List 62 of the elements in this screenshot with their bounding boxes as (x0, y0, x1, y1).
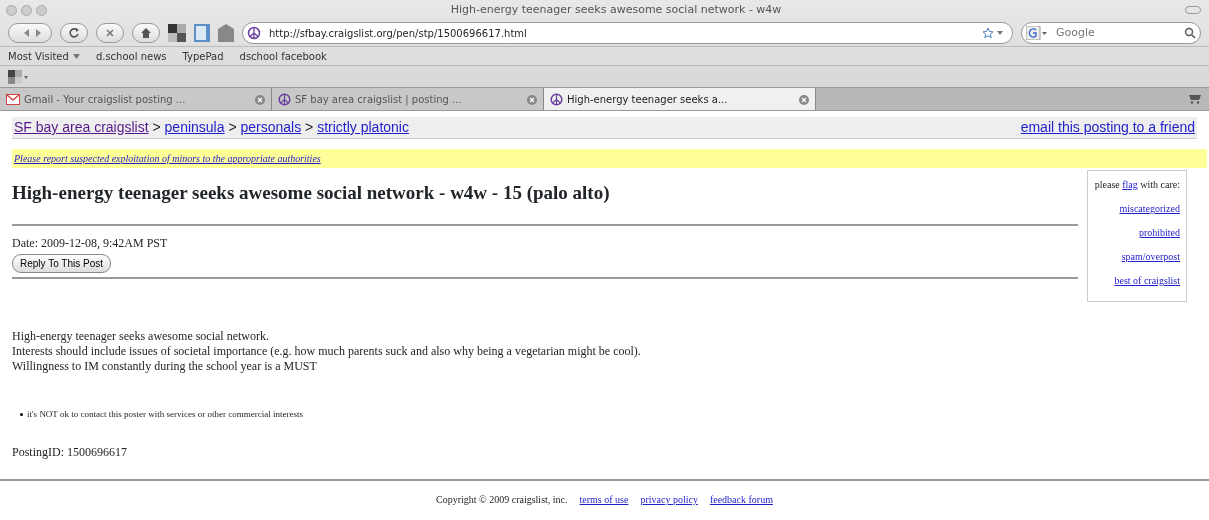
body-text: Willingness to IM constantly during the school year is a MUST (12, 358, 318, 374)
flag-option-link[interactable]: prohibited (1138, 227, 1180, 238)
posting-title: High-energy teenager seeks awesome social network - w4w - 15 (palo alto) (12, 182, 610, 205)
footer-link[interactable]: terms of use (579, 494, 629, 506)
notice-text: it's NOT ok to contact this poster with services or other commercial interests (27, 407, 303, 421)
breadcrumb-separator: > (227, 119, 238, 135)
grid-icon[interactable] (168, 24, 186, 42)
search-icon[interactable] (1184, 27, 1196, 39)
reload-button[interactable] (60, 23, 88, 43)
mail-icon (6, 94, 20, 105)
breadcrumb-separator: > (151, 119, 162, 135)
warning-link[interactable]: Please report suspected exploitation of minors to the appropriate authorities (14, 153, 321, 164)
breadcrumb-link[interactable]: strictly platonic (317, 119, 409, 135)
url-text: http://sfbay.craigslist.org/pen/stp/1500696617.html (269, 26, 528, 41)
flag-option-link[interactable]: best of craigslist (1114, 275, 1180, 286)
body-text: Interests should include issues of societal importance (e.g. how much parents suck and also why being a vegetarian might be cool). (12, 343, 642, 359)
breadcrumb-link[interactable]: peninsula (164, 119, 225, 135)
peace-icon (247, 26, 261, 40)
google-logo-icon (1026, 26, 1048, 40)
copyright-text: Copyright © 2009 craigslist, inc. (436, 494, 568, 506)
footer-link[interactable]: privacy policy (640, 494, 698, 506)
reload-icon (68, 27, 80, 39)
posting-id: PostingID: 1500696617 (12, 444, 128, 462)
bookmark-item[interactable]: d.school news (95, 48, 167, 64)
close-icon[interactable] (6, 4, 17, 16)
home-button[interactable] (132, 23, 160, 43)
flag-prompt-text: with care: (1139, 179, 1180, 190)
stop-button[interactable] (96, 23, 124, 43)
minimize-icon[interactable] (21, 4, 32, 16)
email-link[interactable]: email this posting to a friend (1020, 117, 1195, 138)
peace-icon (550, 93, 563, 106)
browser-tab[interactable]: SF bay area craigslist | posting ... (272, 88, 544, 110)
window-title: High-energy teenager seeks awesome social network - w4w (450, 2, 782, 16)
browser-tab[interactable]: High-energy teenager seeks a... (544, 88, 816, 110)
search-placeholder: Google (1056, 24, 1096, 41)
flag-prompt-text: please (1094, 179, 1121, 190)
home-icon (140, 27, 152, 39)
back-button[interactable] (8, 23, 52, 43)
zoom-icon[interactable] (36, 4, 47, 16)
footer-link[interactable]: feedback forum (709, 494, 773, 506)
breadcrumb-separator: > (304, 119, 315, 135)
breadcrumb-link[interactable]: SF bay area craigslist (14, 119, 149, 135)
tag-icon[interactable] (218, 24, 234, 42)
star-icon[interactable] (982, 27, 1004, 39)
close-icon (104, 27, 116, 39)
grid-icon[interactable] (8, 69, 28, 84)
posting-date: Date: 2009-12-08, 9:42AM PST (12, 234, 168, 252)
bookmark-item[interactable]: dschool facebook (239, 48, 327, 64)
note-icon[interactable] (194, 24, 210, 42)
reply-button[interactable]: Reply To This Post (12, 253, 111, 273)
breadcrumb-link[interactable]: personals (240, 119, 302, 135)
body-text: High-energy teenager seeks awesome social network. (12, 328, 270, 344)
peace-icon (278, 93, 291, 106)
flag-option-link[interactable]: spam/overpost (1121, 251, 1180, 262)
flag-link[interactable]: flag (1122, 179, 1138, 190)
search-field[interactable]: Google (1021, 22, 1201, 44)
flag-option-link[interactable]: miscategorized (1119, 203, 1180, 214)
bookmark-item[interactable]: TypePad (182, 48, 224, 64)
bookmark-item[interactable]: Most Visited (8, 48, 69, 64)
browser-tab[interactable]: Gmail - Your craigslist posting ... (0, 88, 272, 110)
bullet-icon (20, 413, 23, 417)
address-bar[interactable]: http://sfbay.craigslist.org/pen/stp/1500696617.html (242, 22, 1013, 44)
